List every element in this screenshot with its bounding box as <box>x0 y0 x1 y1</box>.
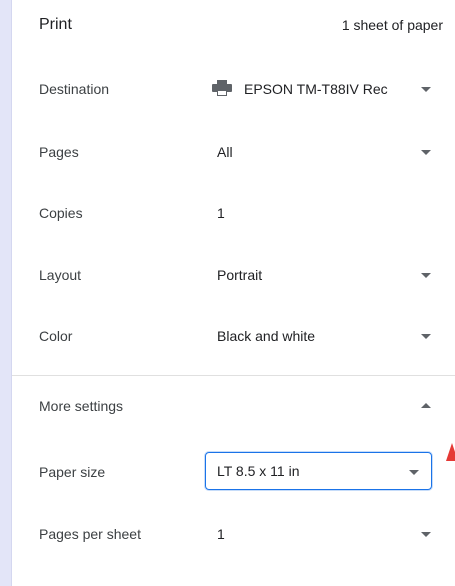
pages-per-sheet-select[interactable]: 1 <box>217 526 225 542</box>
color-dropdown-caret-icon[interactable] <box>421 334 431 339</box>
pages-row[interactable]: Pages All <box>12 131 455 171</box>
paper-size-label: Paper size <box>39 464 106 480</box>
print-title: Print <box>39 16 72 33</box>
color-select[interactable]: Black and white <box>217 328 315 344</box>
print-settings-panel: Print 1 sheet of paper Destination EPSON… <box>12 0 455 586</box>
pages-select[interactable]: All <box>217 144 233 160</box>
copies-label: Copies <box>39 205 83 221</box>
color-row[interactable]: Color Black and white <box>12 315 455 355</box>
left-edge-bar <box>0 0 12 586</box>
more-settings-toggle[interactable]: More settings <box>12 386 455 426</box>
paper-size-value: LT 8.5 x 11 in <box>217 463 300 479</box>
pages-per-sheet-label: Pages per sheet <box>39 526 141 542</box>
pages-per-sheet-row[interactable]: Pages per sheet 1 <box>12 514 455 554</box>
copies-row[interactable]: Copies 1 <box>12 192 455 232</box>
printer-icon <box>212 80 232 96</box>
chevron-up-icon[interactable] <box>421 403 431 408</box>
section-divider <box>12 375 455 376</box>
pages-label: Pages <box>39 144 79 160</box>
destination-label: Destination <box>39 81 110 97</box>
paper-size-dropdown-caret-icon[interactable] <box>409 470 419 475</box>
sheet-count: 1 sheet of paper <box>341 17 443 33</box>
pages-dropdown-caret-icon[interactable] <box>421 150 431 155</box>
red-pointer-arrow-icon <box>446 443 455 461</box>
layout-row[interactable]: Layout Portrait <box>12 254 455 294</box>
destination-dropdown-caret-icon[interactable] <box>421 87 431 92</box>
layout-select[interactable]: Portrait <box>217 267 262 283</box>
layout-dropdown-caret-icon[interactable] <box>421 273 431 278</box>
copies-input[interactable]: 1 <box>217 205 225 221</box>
destination-row[interactable]: Destination EPSON TM-T88IV Rec <box>12 68 455 108</box>
layout-label: Layout <box>39 267 82 283</box>
more-settings-label: More settings <box>39 398 124 414</box>
paper-size-select[interactable]: LT 8.5 x 11 in <box>205 452 432 490</box>
pages-per-sheet-dropdown-caret-icon[interactable] <box>421 532 431 537</box>
color-label: Color <box>39 328 73 344</box>
destination-select[interactable]: EPSON TM-T88IV Rec <box>244 81 404 97</box>
